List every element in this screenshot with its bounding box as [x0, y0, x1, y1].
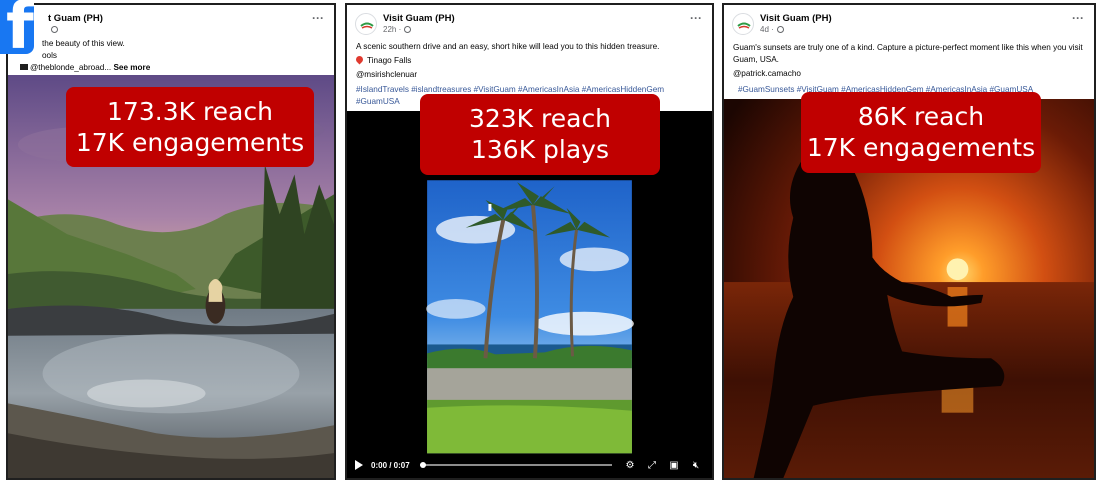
gear-icon[interactable]: ⚙	[624, 459, 636, 471]
picture-in-picture-icon[interactable]: ▣	[668, 459, 680, 471]
page-name[interactable]: Visit Guam (PH)	[383, 13, 455, 24]
globe-icon	[776, 26, 784, 33]
post-caption: A scenic southern drive and an easy, sho…	[356, 42, 660, 51]
plays-stat: 136K plays	[470, 135, 609, 164]
post-time[interactable]: 4d ·	[760, 25, 774, 34]
facebook-logo: f	[0, 0, 34, 54]
photographer-handle[interactable]: @patrick.camacho	[733, 68, 1084, 80]
page-avatar[interactable]	[355, 13, 377, 35]
play-icon[interactable]	[355, 460, 363, 470]
reach-stat: 86K reach	[857, 102, 985, 131]
post-header: t Guam (PH) ··· the beauty of this view.…	[8, 5, 334, 75]
post-caption: Guam's sunsets are truly one of a kind. …	[733, 43, 1083, 64]
photographer-handle[interactable]: @msirishclenuar	[356, 69, 702, 81]
expand-icon[interactable]: ⤢	[646, 459, 658, 471]
post-meta	[48, 25, 58, 34]
more-options-icon[interactable]: ···	[690, 11, 702, 25]
video-progress-bar[interactable]	[419, 462, 612, 468]
see-more-link[interactable]: See more	[113, 63, 150, 72]
post-card-3[interactable]: Visit Guam (PH) 4d · ··· Guam's sunsets …	[722, 3, 1096, 480]
stats-overlay: 323K reach 136K plays	[420, 94, 660, 175]
stats-overlay: 86K reach 17K engagements	[801, 92, 1041, 173]
post-time[interactable]: 22h ·	[383, 25, 401, 34]
reach-stat: 173.3K reach	[107, 97, 273, 126]
mute-icon[interactable]: 🔇︎	[690, 459, 702, 471]
mention-text[interactable]: @theblonde_abroad...	[30, 63, 111, 72]
post-caption-line-2: ools	[42, 51, 58, 60]
engagement-stat: 17K engagements	[806, 133, 1036, 162]
post-header: Visit Guam (PH) 4d · ··· Guam's sunsets …	[724, 5, 1094, 99]
more-options-icon[interactable]: ···	[312, 11, 324, 25]
stats-overlay: 173.3K reach 17K engagements	[66, 87, 314, 167]
post-caption-line-3: @theblonde_abroad... See more	[20, 62, 324, 74]
post-caption: the beauty of this view.	[42, 39, 125, 48]
location-line: Tinago Falls	[354, 54, 702, 67]
post-meta: 22h ·	[383, 25, 412, 34]
page-avatar[interactable]	[732, 13, 754, 35]
post-card-2[interactable]: Visit Guam (PH) 22h · ··· A scenic south…	[345, 3, 714, 480]
post-card-1[interactable]: t Guam (PH) ··· the beauty of this view.…	[6, 3, 336, 480]
video-controls: 0:00 / 0:07 ⚙ ⤢ ▣ 🔇︎	[347, 452, 712, 478]
location-text: Tinago Falls	[367, 56, 412, 65]
visit-guam-logo-icon	[737, 22, 751, 29]
video-time: 0:00 / 0:07	[371, 460, 410, 470]
page-name[interactable]: Visit Guam (PH)	[760, 13, 832, 24]
visit-guam-logo-icon	[360, 22, 374, 29]
pin-icon	[354, 54, 365, 65]
globe-icon	[51, 26, 58, 33]
flag-icon	[20, 64, 28, 70]
more-options-icon[interactable]: ···	[1072, 11, 1084, 25]
page-name[interactable]: t Guam (PH)	[48, 13, 103, 24]
post-meta: 4d ·	[760, 25, 784, 34]
globe-icon	[404, 26, 412, 33]
reach-stat: 323K reach	[468, 104, 612, 133]
engagement-stat: 17K engagements	[75, 128, 305, 157]
